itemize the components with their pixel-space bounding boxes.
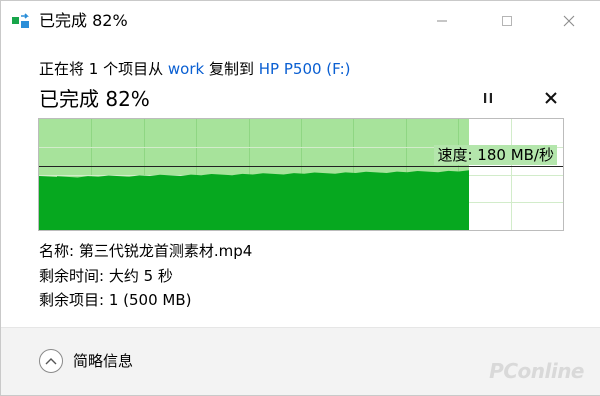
items-remaining-label: 剩余项目: 1 (500 MB) xyxy=(39,291,192,309)
file-name-label: 名称: 第三代锐龙首测素材.mp4 xyxy=(39,242,253,260)
copy-progress-dialog: 已完成 82% 正在将 1 个项目从 work 复制到 HP P500 (F:)… xyxy=(0,0,600,396)
speed-label: 速度: 180 MB/秒 xyxy=(434,145,557,165)
operation-middle: 复制到 xyxy=(208,60,254,78)
minimize-icon xyxy=(436,12,448,31)
watermark-logo: PConline xyxy=(489,359,584,383)
chevron-up-icon xyxy=(45,352,57,371)
copy-files-icon xyxy=(11,12,31,30)
cancel-button[interactable] xyxy=(539,87,563,111)
close-window-button[interactable] xyxy=(546,1,592,41)
maximize-icon xyxy=(501,12,513,31)
source-folder-link[interactable]: work xyxy=(168,60,204,78)
details-toggle-button[interactable] xyxy=(39,349,63,373)
speed-graph: 速度: 180 MB/秒 xyxy=(38,118,564,231)
close-icon xyxy=(563,12,575,31)
operation-prefix: 正在将 1 个项目从 xyxy=(39,60,164,78)
operation-description: 正在将 1 个项目从 work 复制到 HP P500 (F:) xyxy=(39,59,351,79)
title-bar[interactable]: 已完成 82% xyxy=(1,1,600,41)
pause-icon xyxy=(481,90,495,109)
progress-percent-label: 已完成 82% xyxy=(39,87,150,111)
pause-button[interactable] xyxy=(476,87,500,111)
maximize-button[interactable] xyxy=(484,1,530,41)
destination-drive-link[interactable]: HP P500 (F:) xyxy=(259,60,351,78)
minimize-button[interactable] xyxy=(419,1,465,41)
cancel-icon xyxy=(544,90,558,109)
time-remaining-label: 剩余时间: 大约 5 秒 xyxy=(39,267,173,285)
details-toggle-label[interactable]: 简略信息 xyxy=(73,350,133,372)
window-title: 已完成 82% xyxy=(39,11,128,30)
speed-area xyxy=(39,170,469,230)
